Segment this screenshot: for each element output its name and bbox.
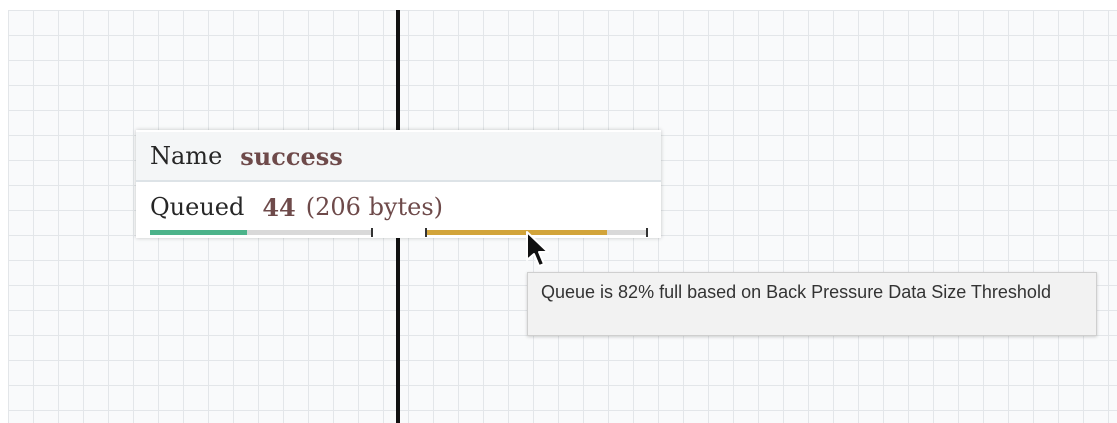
back-pressure-object-bar[interactable] bbox=[150, 230, 371, 235]
queued-size: (206 bytes) bbox=[305, 193, 444, 221]
mouse-pointer-icon bbox=[526, 231, 549, 267]
tooltip-text: Queue is 82% full based on Back Pressure… bbox=[541, 282, 1051, 302]
name-label: Name bbox=[150, 142, 223, 170]
queued-count: 44 bbox=[262, 192, 296, 222]
connection-label[interactable]: Name success Queued 44 (206 bytes) bbox=[136, 130, 661, 238]
queued-label: Queued bbox=[150, 193, 245, 221]
back-pressure-data-size-end-tick bbox=[646, 228, 648, 237]
queued-row: Queued 44 (206 bytes) bbox=[136, 184, 661, 230]
back-pressure-data-size-fill bbox=[426, 230, 608, 235]
connection-name-row: Name success bbox=[136, 132, 661, 182]
back-pressure-tooltip: Queue is 82% full based on Back Pressure… bbox=[527, 272, 1097, 336]
connection-name: success bbox=[240, 141, 343, 171]
back-pressure-object-fill bbox=[150, 230, 248, 235]
back-pressure-data-size-start-tick bbox=[425, 228, 427, 237]
back-pressure-object-end-tick bbox=[371, 228, 373, 237]
